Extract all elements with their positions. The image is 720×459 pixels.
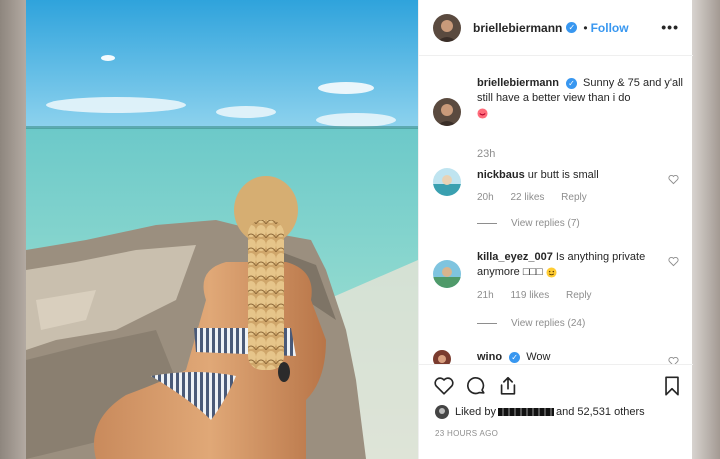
view-replies-label: View replies (7) xyxy=(511,218,580,229)
comment-avatar[interactable] xyxy=(433,350,451,364)
divider-line xyxy=(477,322,497,324)
post-timestamp: 23 HOURS AGO xyxy=(435,429,499,438)
comment-text: nickbaus ur butt is small xyxy=(477,168,657,183)
caption-username[interactable]: briellebiermann xyxy=(477,77,559,89)
reply-button[interactable]: Reply xyxy=(561,192,587,203)
verified-badge-icon: ✓ xyxy=(565,77,577,89)
view-replies-label: View replies (24) xyxy=(511,318,586,329)
beach-photo-image xyxy=(26,0,418,459)
author-avatar[interactable] xyxy=(433,13,461,42)
share-icon[interactable] xyxy=(497,375,519,397)
comment-text: wino ✓ Wow xyxy=(477,350,657,364)
comment-username[interactable]: wino xyxy=(477,351,502,363)
verified-badge-icon: ✓ xyxy=(509,351,521,363)
reply-button[interactable]: Reply xyxy=(566,290,592,301)
background-frame-left xyxy=(0,0,26,459)
comment-body: ur butt is small xyxy=(527,169,599,181)
comment-meta: 20h 22 likes Reply xyxy=(477,192,601,203)
author-username[interactable]: briellebiermann xyxy=(473,21,562,35)
comment-time: 21h xyxy=(477,290,494,301)
post-header: briellebiermann ✓ • Follow ••• xyxy=(419,0,693,56)
comment-likes[interactable]: 22 likes xyxy=(510,192,544,203)
view-replies-button[interactable]: View replies (24) xyxy=(477,318,585,329)
comment-like-heart-icon[interactable] xyxy=(668,174,679,185)
separator-dot: • xyxy=(583,20,588,35)
caption-text: briellebiermann ✓ Sunny & 75 and y'all s… xyxy=(477,76,685,121)
background-frame-right xyxy=(692,0,720,459)
kiss-emoji-icon xyxy=(477,108,488,119)
comment-item: wino ✓ Wow xyxy=(433,350,683,364)
divider-line xyxy=(477,222,497,224)
more-options-icon[interactable]: ••• xyxy=(661,19,679,35)
post-detail-panel: briellebiermann ✓ • Follow ••• briellebi… xyxy=(418,0,693,459)
redacted-username xyxy=(497,408,554,416)
comment-text: killa_eyez_007 Is anything private anymo… xyxy=(477,250,657,280)
post-photo[interactable] xyxy=(26,0,418,459)
comment-item: killa_eyez_007 Is anything private anymo… xyxy=(433,250,683,334)
comment-avatar[interactable] xyxy=(433,168,461,196)
comment-body: Wow xyxy=(526,351,551,363)
comment-like-heart-icon[interactable] xyxy=(668,356,679,364)
caption-avatar[interactable] xyxy=(433,98,461,126)
view-replies-button[interactable]: View replies (7) xyxy=(477,218,580,229)
comment-icon[interactable] xyxy=(465,375,487,397)
follow-button[interactable]: Follow xyxy=(591,21,629,35)
heart-icon[interactable] xyxy=(433,375,455,397)
likes-summary[interactable]: Liked by and 52,531 others xyxy=(435,405,645,419)
comment-username[interactable]: nickbaus xyxy=(477,169,525,181)
post-actions: Liked by and 52,531 others 23 HOURS AGO xyxy=(419,364,693,459)
comment-time: 20h xyxy=(477,192,494,203)
comment-avatar[interactable] xyxy=(433,260,461,288)
comment-username[interactable]: killa_eyez_007 xyxy=(477,251,553,263)
comments-list[interactable]: briellebiermann ✓ Sunny & 75 and y'all s… xyxy=(419,56,693,364)
liked-by-suffix[interactable]: and 52,531 others xyxy=(556,406,645,418)
caption-time: 23h xyxy=(477,148,496,160)
bookmark-icon[interactable] xyxy=(661,375,683,397)
liked-by-prefix: Liked by xyxy=(455,406,496,418)
comment-like-heart-icon[interactable] xyxy=(668,256,679,267)
comment-likes[interactable]: 119 likes xyxy=(510,290,549,301)
verified-badge-icon: ✓ xyxy=(566,22,578,33)
comment-meta: 21h 119 likes Reply xyxy=(477,290,606,301)
liker-avatar xyxy=(435,405,449,419)
comment-item: nickbaus ur butt is small 20h 22 likes R… xyxy=(433,168,683,244)
grin-emoji-icon xyxy=(546,267,557,278)
